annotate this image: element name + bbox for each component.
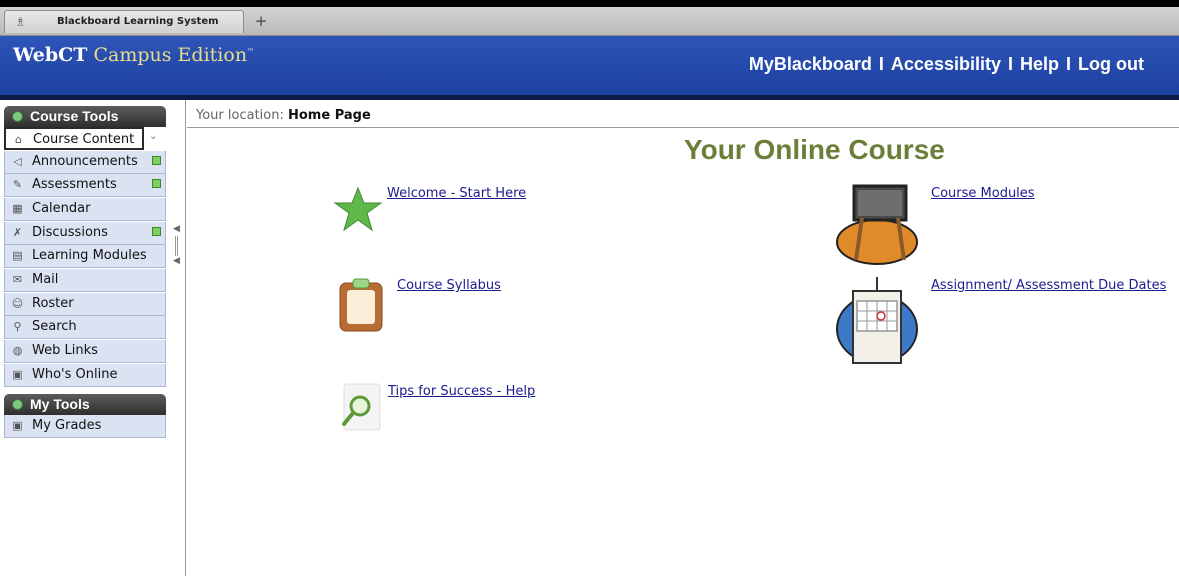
mail-icon: ✉: [12, 273, 23, 286]
logout-link[interactable]: Log out: [1078, 54, 1144, 74]
sidebar-item-label: Search: [32, 319, 77, 334]
sidebar-item-label: My Grades: [32, 418, 102, 433]
sidebar-item-label: Calendar: [32, 201, 91, 216]
new-tab-button[interactable]: +: [250, 11, 272, 31]
brand-name-rest: Campus Edition: [93, 44, 248, 66]
sidebar-item-learning-modules[interactable]: ▤ Learning Modules: [4, 245, 166, 268]
sidebar-item-calendar[interactable]: ▦ Calendar: [4, 198, 166, 221]
help-link[interactable]: Help: [1020, 54, 1059, 74]
nav-separator: I: [1066, 54, 1072, 74]
browser-tab[interactable]: ♗ Blackboard Learning System: [4, 10, 244, 33]
sidebar-resize-handle[interactable]: [175, 236, 178, 256]
blackboard-favicon-icon: ♗: [15, 15, 26, 29]
my-tools-title: My Tools: [30, 396, 90, 412]
nav-separator: I: [1007, 54, 1013, 74]
top-navigation: MyBlackboard I Accessibility I Help I Log out: [749, 54, 1144, 75]
my-tools-header[interactable]: My Tools: [4, 394, 166, 415]
browser-tab-strip: ♗ Blackboard Learning System +: [0, 7, 1179, 36]
sidebar-item-roster[interactable]: ☺ Roster: [4, 293, 166, 316]
collapse-toggle-icon: [12, 111, 23, 122]
sidebar-item-mail[interactable]: ✉ Mail: [4, 269, 166, 292]
modules-icon: ▤: [12, 249, 23, 262]
due-dates-link[interactable]: Assignment/ Assessment Due Dates: [931, 278, 1166, 293]
course-tools-header[interactable]: Course Tools: [4, 106, 166, 127]
megaphone-icon: ◁: [13, 155, 22, 168]
new-item-badge: [152, 179, 161, 188]
sidebar-item-label: Learning Modules: [32, 248, 147, 263]
pin-icon: ✗: [12, 226, 23, 239]
course-modules-link[interactable]: Course Modules: [931, 186, 1035, 201]
browser-tab-title: Blackboard Learning System: [57, 16, 219, 27]
myblackboard-link[interactable]: MyBlackboard: [749, 54, 872, 74]
globe-icon: ◍: [12, 344, 23, 357]
collapse-left-arrow-icon[interactable]: ◀: [173, 256, 180, 266]
grades-icon: ▣: [12, 419, 23, 432]
calendar-icon: ▦: [12, 202, 23, 215]
sidebar-item-my-grades[interactable]: ▣ My Grades: [4, 415, 166, 438]
sidebar-item-label: Assessments: [32, 177, 117, 192]
breadcrumb: Your location: Home Page: [196, 108, 371, 123]
sidebar-item-label: Course Content: [33, 132, 135, 147]
sidebar-item-course-content[interactable]: ⌂ Course Content: [4, 127, 144, 150]
accessibility-link[interactable]: Accessibility: [891, 54, 1001, 74]
sidebar-item-label: Who's Online: [32, 367, 118, 382]
sidebar-item-label: Discussions: [32, 225, 108, 240]
sidebar-item-assessments[interactable]: ✎ Assessments: [4, 174, 166, 197]
sidebar-item-announcements[interactable]: ◁ Announcements: [4, 151, 166, 174]
course-syllabus-link[interactable]: Course Syllabus: [397, 278, 501, 293]
nav-separator: I: [878, 54, 884, 74]
sidebar-item-label: Web Links: [32, 343, 98, 358]
divider: [187, 127, 1179, 128]
location-prefix: Your location:: [196, 108, 284, 123]
new-item-badge: [152, 227, 161, 236]
location-page: Home Page: [288, 108, 371, 123]
brand-name-bold: WebCT: [13, 44, 88, 66]
chalkboard-icon[interactable]: [832, 180, 922, 268]
window-top-bar: [0, 0, 1179, 7]
clipboard-icon[interactable]: [338, 277, 384, 333]
tips-for-success-link[interactable]: Tips for Success - Help: [388, 384, 535, 399]
new-item-badge: [152, 156, 161, 165]
page-title: Your Online Course: [684, 134, 945, 165]
online-icon: ▣: [12, 368, 23, 381]
sidebar: Course Tools ⌄ ⌂ Course Content ◁ Announ…: [0, 100, 186, 576]
collapse-toggle-icon: [12, 399, 23, 410]
magnifier-icon[interactable]: [338, 382, 384, 434]
people-icon: ☺: [11, 297, 24, 310]
welcome-link[interactable]: Welcome - Start Here: [387, 186, 526, 201]
star-icon[interactable]: [333, 186, 383, 232]
sidebar-item-search[interactable]: ⚲ Search: [4, 316, 166, 339]
sidebar-item-discussions[interactable]: ✗ Discussions: [4, 222, 166, 245]
home-icon: ⌂: [15, 133, 22, 146]
course-tools-title: Course Tools: [30, 108, 119, 124]
chevron-double-down-icon[interactable]: ⌄: [149, 131, 157, 142]
collapse-left-arrow-icon[interactable]: ◀: [173, 224, 180, 234]
brand-logo: WebCT Campus Edition™: [13, 44, 254, 66]
calendar-icon[interactable]: [833, 275, 927, 367]
main-content: Your location: Home Page Your Online Cou…: [187, 100, 1179, 576]
sidebar-item-whos-online[interactable]: ▣ Who's Online: [4, 364, 166, 387]
sidebar-item-label: Roster: [32, 296, 74, 311]
sidebar-item-label: Mail: [32, 272, 59, 287]
header-banner: WebCT Campus Edition™ MyBlackboard I Acces…: [0, 36, 1179, 98]
brand-trademark: ™: [247, 47, 255, 56]
sidebar-item-label: Announcements: [32, 154, 138, 169]
assessment-icon: ✎: [12, 178, 23, 191]
search-icon: ⚲: [13, 320, 22, 333]
sidebar-item-web-links[interactable]: ◍ Web Links: [4, 340, 166, 363]
